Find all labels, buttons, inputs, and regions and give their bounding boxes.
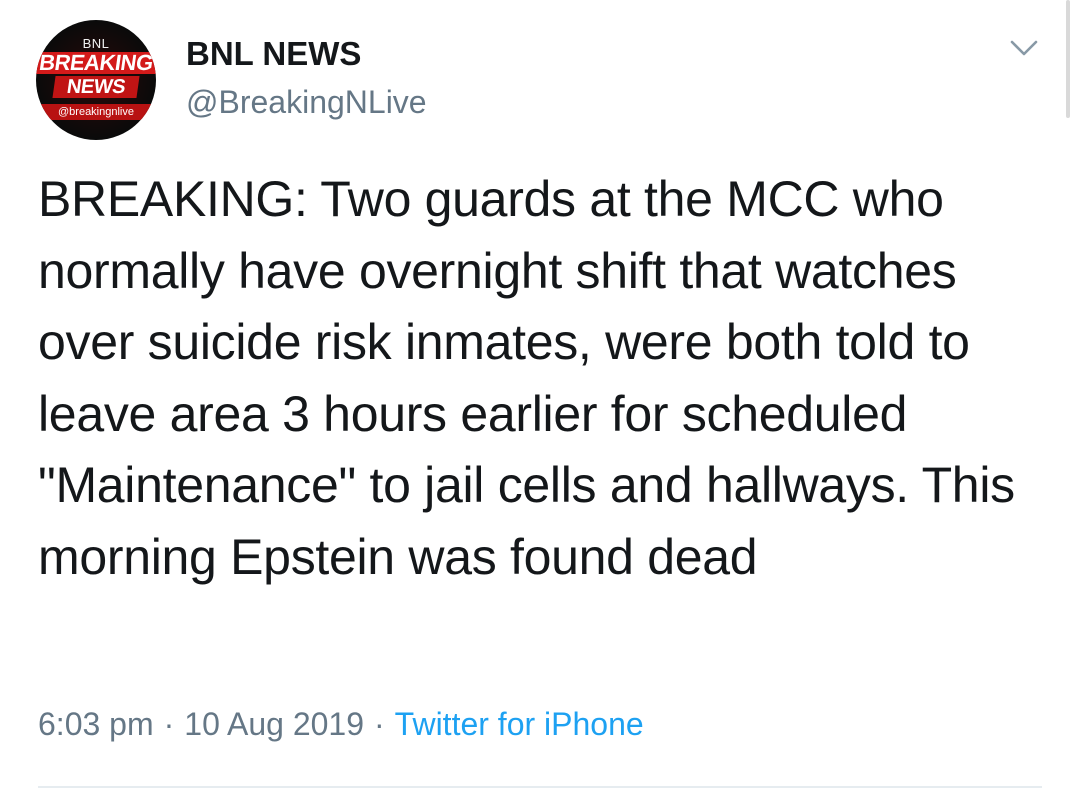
tweet-meta: 6:03 pm · 10 Aug 2019 · Twitter for iPhone <box>38 702 644 746</box>
avatar-logo-news: NEWS <box>52 76 140 98</box>
avatar[interactable]: BNL BREAKING NEWS @breakingnlive <box>36 20 156 140</box>
scrollbar[interactable] <box>1060 0 1080 120</box>
avatar-logo: BNL BREAKING NEWS @breakingnlive <box>36 20 156 140</box>
tweet-date[interactable]: 10 Aug 2019 <box>184 706 364 742</box>
meta-separator: · <box>374 706 385 742</box>
tweet-card: BNL BREAKING NEWS @breakingnlive BNL NEW… <box>0 0 1080 802</box>
avatar-logo-top-text: BNL <box>82 36 110 51</box>
tweet-source-link[interactable]: Twitter for iPhone <box>395 706 644 742</box>
author-username[interactable]: @BreakingNLive <box>186 82 427 122</box>
tweet-time[interactable]: 6:03 pm <box>38 706 154 742</box>
tweet-text: BREAKING: Two guards at the MCC who norm… <box>38 171 1029 585</box>
chevron-down-icon-svg <box>1010 40 1038 56</box>
meta-separator: · <box>163 706 175 742</box>
divider <box>38 786 1042 788</box>
avatar-logo-breaking: BREAKING <box>36 50 156 75</box>
avatar-logo-handle: @breakingnlive <box>36 104 156 120</box>
scrollbar-thumb[interactable] <box>1066 0 1070 118</box>
chevron-down-icon[interactable] <box>1008 34 1040 62</box>
author-display-name[interactable]: BNL NEWS <box>186 34 361 74</box>
